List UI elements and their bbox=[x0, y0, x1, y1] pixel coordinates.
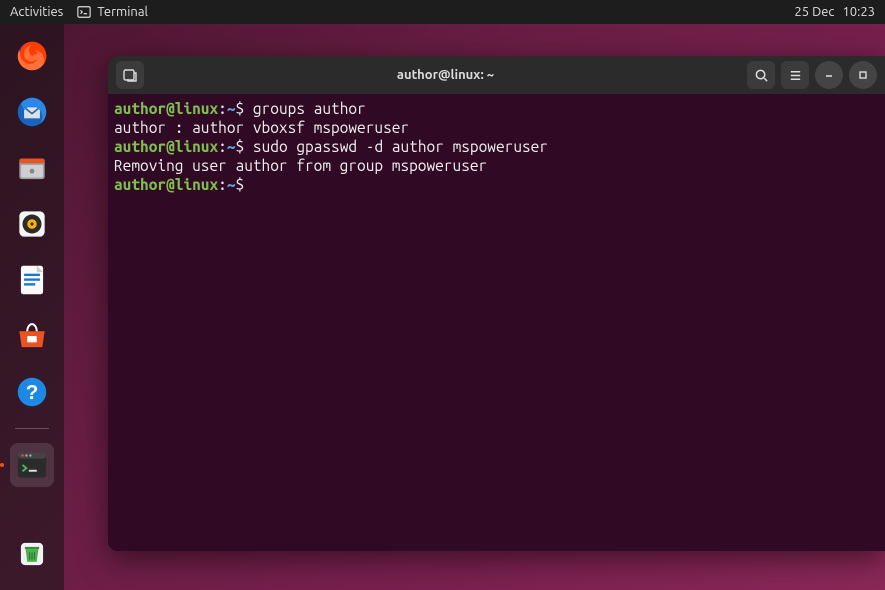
top-bar: Activities Terminal 25 Dec 10:23 bbox=[0, 0, 885, 24]
titlebar[interactable]: author@linux: ~ bbox=[108, 56, 885, 94]
hamburger-icon bbox=[788, 68, 803, 83]
writer-icon bbox=[13, 261, 51, 299]
software-icon bbox=[13, 317, 51, 355]
svg-text:?: ? bbox=[26, 381, 39, 404]
dock-libreoffice-writer[interactable] bbox=[10, 258, 54, 302]
dock-terminal[interactable] bbox=[10, 443, 54, 487]
dock-ubuntu-software[interactable] bbox=[10, 314, 54, 358]
terminal-window: author@linux: ~ author@linux:~$ groups a… bbox=[108, 56, 885, 551]
app-label: Terminal bbox=[97, 5, 148, 19]
thunderbird-icon bbox=[13, 93, 51, 131]
terminal-icon bbox=[77, 5, 91, 19]
firefox-icon bbox=[13, 37, 51, 75]
maximize-button[interactable] bbox=[849, 61, 877, 89]
dock-separator bbox=[15, 428, 49, 429]
terminal-output: Removing user author from group mspoweru… bbox=[114, 157, 879, 176]
new-tab-icon bbox=[122, 67, 138, 83]
clock-time[interactable]: 10:23 bbox=[842, 5, 875, 19]
terminal-line: author@linux:~$ bbox=[114, 176, 879, 195]
help-icon: ? bbox=[13, 373, 51, 411]
dock-trash[interactable] bbox=[10, 532, 54, 576]
dock-help[interactable]: ? bbox=[10, 370, 54, 414]
clock-date[interactable]: 25 Dec bbox=[794, 5, 834, 19]
files-icon bbox=[13, 149, 51, 187]
dock-firefox[interactable] bbox=[10, 34, 54, 78]
dock-rhythmbox[interactable] bbox=[10, 202, 54, 246]
menu-button[interactable] bbox=[781, 61, 809, 89]
dock: ? bbox=[0, 24, 64, 590]
command-text: groups author bbox=[253, 100, 366, 117]
trash-icon bbox=[13, 535, 51, 573]
terminal-line: author@linux:~$ sudo gpasswd -d author m… bbox=[114, 138, 879, 157]
terminal-line: author@linux:~$ groups author bbox=[114, 100, 879, 119]
search-button[interactable] bbox=[747, 61, 775, 89]
activities-button[interactable]: Activities bbox=[10, 5, 63, 19]
speaker-icon bbox=[13, 205, 51, 243]
window-title: author@linux: ~ bbox=[144, 68, 747, 82]
search-icon bbox=[754, 68, 769, 83]
minimize-icon bbox=[823, 69, 835, 81]
maximize-icon bbox=[857, 69, 869, 81]
window-indicator[interactable]: Terminal bbox=[77, 5, 148, 19]
minimize-button[interactable] bbox=[815, 61, 843, 89]
dock-thunderbird[interactable] bbox=[10, 90, 54, 134]
terminal-output: author : author vboxsf mspoweruser bbox=[114, 119, 879, 138]
terminal-app-icon bbox=[13, 446, 51, 484]
new-tab-button[interactable] bbox=[116, 61, 144, 89]
terminal-body[interactable]: author@linux:~$ groups authorauthor : au… bbox=[108, 94, 885, 551]
command-text: sudo gpasswd -d author mspoweruser bbox=[253, 138, 548, 155]
dock-files[interactable] bbox=[10, 146, 54, 190]
